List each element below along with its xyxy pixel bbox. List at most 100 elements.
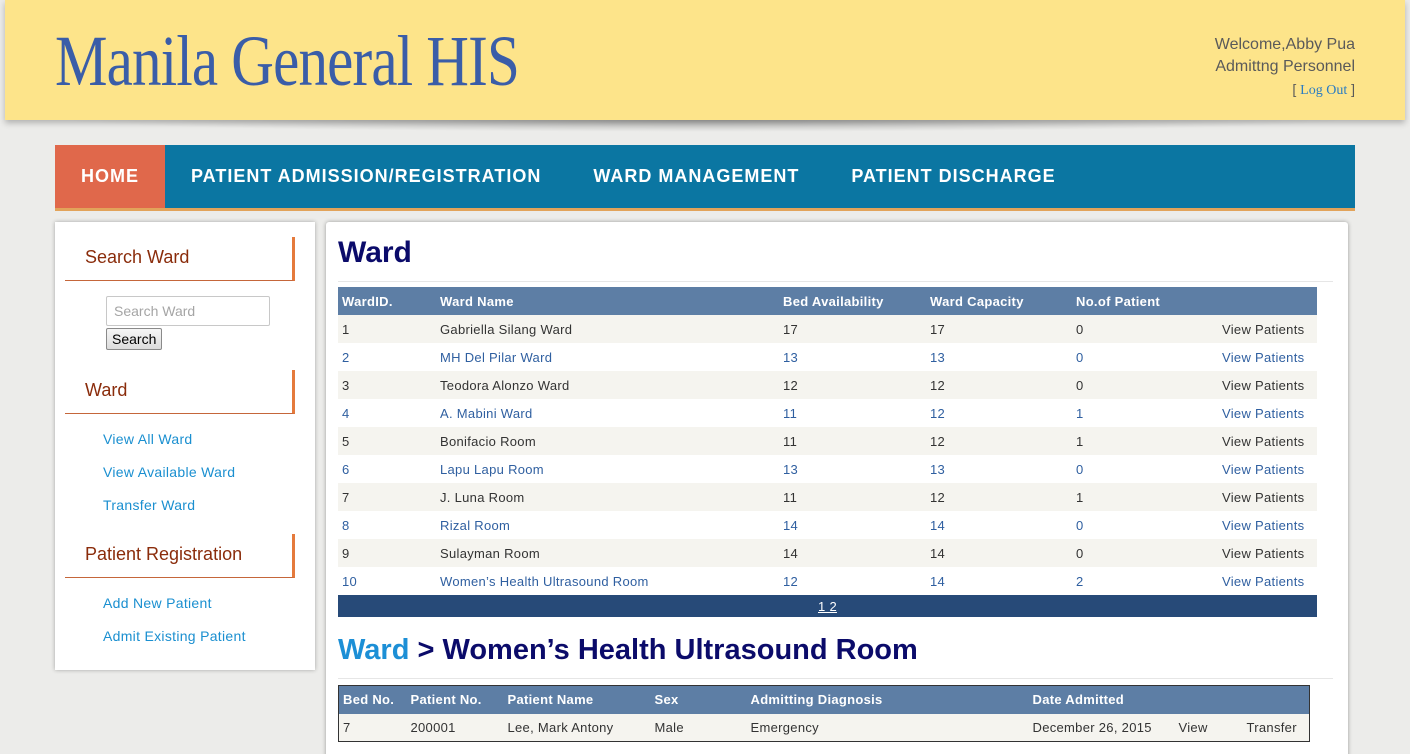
diagnosis-cell: Emergency <box>746 713 1029 742</box>
view-patients-link[interactable]: View Patients <box>1218 427 1317 455</box>
view-patients-link[interactable]: View Patients <box>1218 539 1317 567</box>
ward-capacity-cell: 13 <box>926 455 1072 483</box>
ward-id-cell: 1 <box>338 315 436 343</box>
ward-id-cell: 9 <box>338 539 436 567</box>
logout-link[interactable]: Log Out <box>1300 83 1347 98</box>
ward-capacity-cell: 14 <box>926 539 1072 567</box>
view-patients-link[interactable]: View Patients <box>1218 483 1317 511</box>
ward-id-cell: 5 <box>338 427 436 455</box>
ward-name-cell: Lapu Lapu Room <box>436 455 779 483</box>
patient-name-cell: Lee, Mark Antony <box>503 713 651 742</box>
col-ward-id: WardID. <box>338 287 436 315</box>
col-bed-availability: Bed Availability <box>779 287 926 315</box>
pager-links[interactable]: 1 2 <box>338 595 1317 617</box>
patient-count-cell: 1 <box>1072 483 1218 511</box>
ward-capacity-cell: 12 <box>926 483 1072 511</box>
main-nav: HOME PATIENT ADMISSION/REGISTRATION WARD… <box>55 145 1355 211</box>
nav-home[interactable]: HOME <box>55 145 165 208</box>
search-button[interactable]: Search <box>106 328 163 350</box>
bed-availability-cell: 13 <box>779 343 926 371</box>
col-ward-name: Ward Name <box>436 287 779 315</box>
col-sex: Sex <box>650 685 747 714</box>
ward-name-cell: MH Del Pilar Ward <box>436 343 779 371</box>
breadcrumb-ward-link[interactable]: Ward <box>338 634 409 666</box>
ward-id-cell: 10 <box>338 567 436 595</box>
view-patient-link[interactable]: View <box>1174 713 1243 742</box>
header: Manila General HIS Welcome,Abby Pua Admi… <box>5 0 1405 120</box>
table-row: 2 MH Del Pilar Ward 13 13 0 View Patient… <box>338 343 1317 371</box>
transfer-ward-link[interactable]: Transfer Ward <box>103 497 195 513</box>
ward-name-cell: J. Luna Room <box>436 483 779 511</box>
col-no-of-patient: No.of Patient <box>1072 287 1218 315</box>
view-patients-link[interactable]: View Patients <box>1218 399 1317 427</box>
bracket-open: [ <box>1292 81 1297 97</box>
ward-id-cell: 2 <box>338 343 436 371</box>
bed-availability-cell: 11 <box>779 399 926 427</box>
main-panel: Ward WardID. Ward Name Bed Availability … <box>326 222 1348 754</box>
sex-cell: Male <box>650 713 747 742</box>
ward-id-cell: 6 <box>338 455 436 483</box>
nav-patient-discharge[interactable]: PATIENT DISCHARGE <box>825 145 1081 208</box>
ward-detail-title: Ward > Women’s Health Ultrasound Room <box>338 634 918 667</box>
header-shadow <box>60 120 1350 132</box>
bed-availability-cell: 11 <box>779 427 926 455</box>
view-patients-link[interactable]: View Patients <box>1218 567 1317 595</box>
ward-name-cell: Sulayman Room <box>436 539 779 567</box>
ward-capacity-cell: 17 <box>926 315 1072 343</box>
ward-capacity-cell: 12 <box>926 427 1072 455</box>
patient-count-cell: 0 <box>1072 539 1218 567</box>
transfer-patient-link[interactable]: Transfer <box>1242 713 1310 742</box>
nav-patient-admission[interactable]: PATIENT ADMISSION/REGISTRATION <box>165 145 567 208</box>
view-patients-link[interactable]: View Patients <box>1218 511 1317 539</box>
title-divider <box>338 281 1333 282</box>
breadcrumb-current: > Women’s Health Ultrasound Room <box>409 634 918 666</box>
ward-name-cell: A. Mabini Ward <box>436 399 779 427</box>
table-row: 4 A. Mabini Ward 11 12 1 View Patients <box>338 399 1317 427</box>
admit-existing-patient-link[interactable]: Admit Existing Patient <box>103 628 246 644</box>
ward-table-header: WardID. Ward Name Bed Availability Ward … <box>338 287 1317 315</box>
col-transfer <box>1242 685 1310 714</box>
table-row: 8 Rizal Room 14 14 0 View Patients <box>338 511 1317 539</box>
col-date-admitted: Date Admitted <box>1028 685 1175 714</box>
sidebar: Search Ward Search Ward View All Ward Vi… <box>55 222 315 670</box>
nav-ward-management[interactable]: WARD MANAGEMENT <box>567 145 825 208</box>
patient-count-cell: 1 <box>1072 427 1218 455</box>
ward-name-cell: Rizal Room <box>436 511 779 539</box>
site-logo[interactable]: Manila General HIS <box>55 20 520 103</box>
col-patient-name: Patient Name <box>503 685 651 714</box>
view-all-ward-link[interactable]: View All Ward <box>103 431 193 447</box>
ward-id-cell: 4 <box>338 399 436 427</box>
bed-availability-cell: 17 <box>779 315 926 343</box>
bed-availability-cell: 14 <box>779 511 926 539</box>
bracket-close: ] <box>1351 81 1355 97</box>
table-row: 5 Bonifacio Room 11 12 1 View Patients <box>338 427 1317 455</box>
bed-availability-cell: 11 <box>779 483 926 511</box>
user-box: Welcome,Abby Pua Admittng Personnel [ Lo… <box>1215 34 1355 102</box>
view-patients-link[interactable]: View Patients <box>1218 371 1317 399</box>
logout-wrap: [ Log Out ] <box>1215 78 1355 102</box>
patient-table-header: Bed No. Patient No. Patient Name Sex Adm… <box>338 685 1310 714</box>
ward-name-cell: Gabriella Silang Ward <box>436 315 779 343</box>
view-patients-link[interactable]: View Patients <box>1218 315 1317 343</box>
col-view <box>1174 685 1243 714</box>
patient-count-cell: 0 <box>1072 343 1218 371</box>
user-role: Admittng Personnel <box>1215 58 1355 75</box>
col-admitting-diagnosis: Admitting Diagnosis <box>746 685 1029 714</box>
view-available-ward-link[interactable]: View Available Ward <box>103 464 235 480</box>
bed-availability-cell: 12 <box>779 371 926 399</box>
add-new-patient-link[interactable]: Add New Patient <box>103 595 212 611</box>
patient-count-cell: 0 <box>1072 455 1218 483</box>
ward-table: WardID. Ward Name Bed Availability Ward … <box>338 287 1317 617</box>
table-row: 6 Lapu Lapu Room 13 13 0 View Patients <box>338 455 1317 483</box>
patient-count-cell: 0 <box>1072 315 1218 343</box>
patient-count-cell: 2 <box>1072 567 1218 595</box>
table-row: 3 Teodora Alonzo Ward 12 12 0 View Patie… <box>338 371 1317 399</box>
patient-registration-heading: Patient Registration <box>65 534 295 578</box>
ward-id-cell: 3 <box>338 371 436 399</box>
search-ward-input[interactable] <box>106 296 270 326</box>
view-patients-link[interactable]: View Patients <box>1218 455 1317 483</box>
view-patients-link[interactable]: View Patients <box>1218 343 1317 371</box>
page-title: Ward <box>338 236 412 269</box>
patient-count-cell: 0 <box>1072 511 1218 539</box>
table-row: 10 Women’s Health Ultrasound Room 12 14 … <box>338 567 1317 595</box>
